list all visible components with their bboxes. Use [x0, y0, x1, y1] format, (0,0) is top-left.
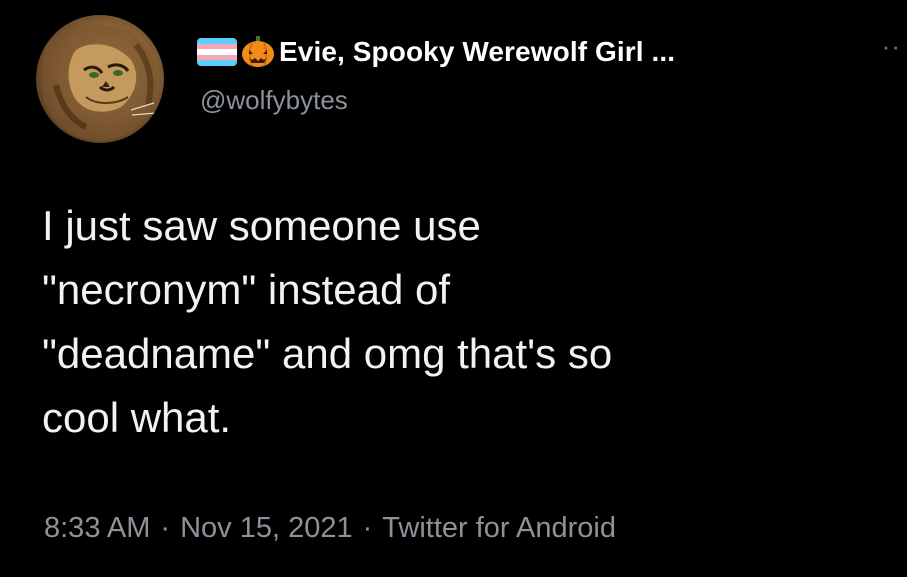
separator-dot: · — [362, 512, 373, 544]
trans-flag-icon — [197, 38, 237, 66]
author-name-row[interactable]: Evie, Spooky Werewolf Girl ... — [197, 32, 675, 72]
tweet-card: Evie, Spooky Werewolf Girl ... @wolfybyt… — [0, 0, 907, 577]
lion-avatar-icon — [41, 25, 157, 142]
tweet-text: I just saw someone use "necronym" instea… — [42, 202, 613, 441]
avatar[interactable] — [36, 15, 164, 143]
tweet-metadata: 8:33 AM · Nov 15, 2021 · Twitter for Android — [44, 512, 616, 545]
more-options-icon[interactable]: ·· — [882, 33, 901, 59]
tweet-date[interactable]: Nov 15, 2021 — [180, 512, 353, 544]
tweet-source[interactable]: Twitter for Android — [382, 512, 616, 544]
jack-o-lantern-icon — [242, 36, 274, 67]
author-display-name[interactable]: Evie, Spooky Werewolf Girl ... — [279, 36, 675, 68]
author-handle[interactable]: @wolfybytes — [200, 85, 348, 116]
separator-dot: · — [160, 512, 171, 544]
tweet-time[interactable]: 8:33 AM — [44, 512, 150, 544]
